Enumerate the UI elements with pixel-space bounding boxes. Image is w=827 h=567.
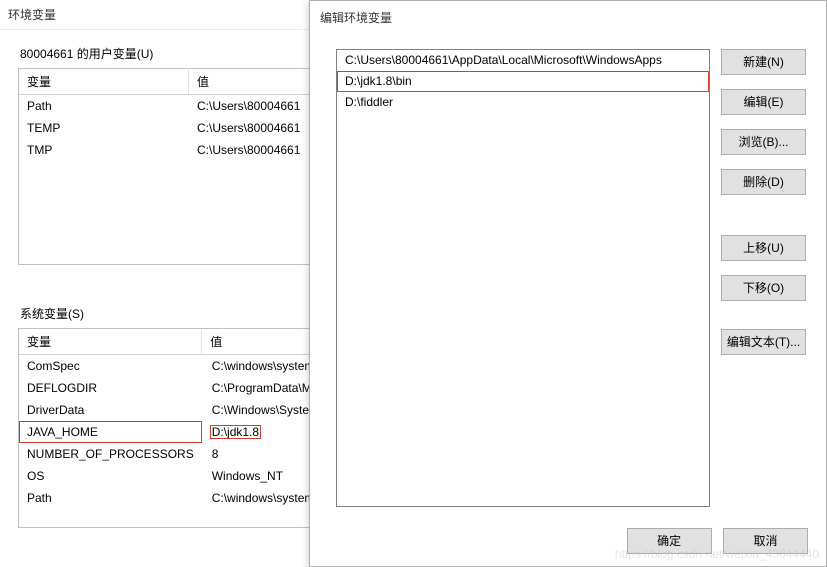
list-item-empty[interactable] <box>337 281 709 302</box>
list-item[interactable]: D:\jdk1.8\bin <box>337 71 709 92</box>
list-item-empty[interactable] <box>337 239 709 260</box>
var-name: Path <box>19 95 189 117</box>
browse-button[interactable]: 浏览(B)... <box>721 129 806 155</box>
move-up-button[interactable]: 上移(U) <box>721 235 806 261</box>
cancel-button[interactable]: 取消 <box>723 528 808 554</box>
list-item-empty[interactable] <box>337 260 709 281</box>
list-item[interactable]: C:\Users\80004661\AppData\Local\Microsof… <box>337 50 709 71</box>
var-name: DriverData <box>19 399 202 421</box>
var-name: JAVA_HOME <box>19 421 202 443</box>
list-item-empty[interactable] <box>337 155 709 176</box>
list-item-empty[interactable] <box>337 344 709 365</box>
new-button[interactable]: 新建(N) <box>721 49 806 75</box>
col-variable: 变量 <box>19 329 202 355</box>
list-item-empty[interactable] <box>337 449 709 470</box>
dialog-action-row: 确定 取消 <box>310 528 808 554</box>
var-name: Path <box>19 487 202 509</box>
list-item-empty[interactable] <box>337 302 709 323</box>
list-item-empty[interactable] <box>337 218 709 239</box>
var-name: OS <box>19 465 202 487</box>
var-name: NUMBER_OF_PROCESSORS <box>19 443 202 465</box>
ok-button[interactable]: 确定 <box>627 528 712 554</box>
var-name: DEFLOGDIR <box>19 377 202 399</box>
edit-button[interactable]: 编辑(E) <box>721 89 806 115</box>
list-item-empty[interactable] <box>337 197 709 218</box>
list-item-empty[interactable] <box>337 113 709 134</box>
move-down-button[interactable]: 下移(O) <box>721 275 806 301</box>
edit-env-var-dialog: 编辑环境变量 C:\Users\80004661\AppData\Local\M… <box>309 0 827 567</box>
delete-button[interactable]: 删除(D) <box>721 169 806 195</box>
dialog-title: 编辑环境变量 <box>310 1 826 36</box>
var-name: ComSpec <box>19 355 202 378</box>
path-entries-list[interactable]: C:\Users\80004661\AppData\Local\Microsof… <box>336 49 710 507</box>
list-item-empty[interactable] <box>337 134 709 155</box>
list-item[interactable]: D:\fiddler <box>337 92 709 113</box>
col-variable: 变量 <box>19 69 189 95</box>
list-item-empty[interactable] <box>337 428 709 449</box>
var-name: TMP <box>19 139 189 161</box>
button-column: 新建(N) 编辑(E) 浏览(B)... 删除(D) 上移(U) 下移(O) 编… <box>721 49 806 369</box>
list-item-empty[interactable] <box>337 176 709 197</box>
edit-text-button[interactable]: 编辑文本(T)... <box>721 329 806 355</box>
list-item-empty[interactable] <box>337 407 709 428</box>
list-item-empty[interactable] <box>337 386 709 407</box>
list-item-empty[interactable] <box>337 323 709 344</box>
list-item-empty[interactable] <box>337 365 709 386</box>
list-item-empty[interactable] <box>337 470 709 491</box>
var-name: TEMP <box>19 117 189 139</box>
